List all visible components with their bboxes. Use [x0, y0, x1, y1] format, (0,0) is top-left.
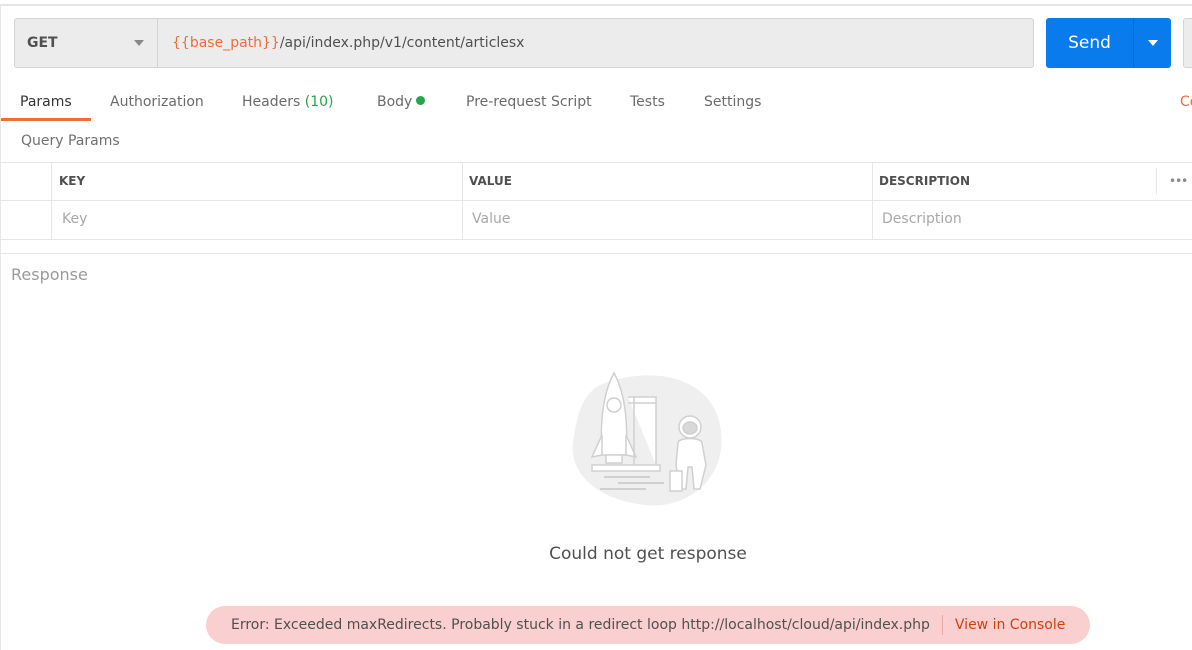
description-input[interactable]: Description [882, 211, 962, 227]
url-input[interactable]: {{base_path}}/api/index.php/v1/content/a… [157, 18, 1034, 68]
tab-body[interactable]: Body [377, 84, 426, 122]
request-tabs: Params Authorization Headers (10) Body P… [0, 84, 1192, 122]
key-input[interactable]: Key [62, 211, 87, 227]
view-in-console-link[interactable]: View in Console [955, 617, 1065, 633]
method-select[interactable]: GET [14, 18, 158, 68]
value-input[interactable]: Value [472, 211, 510, 227]
tab-settings[interactable]: Settings [704, 84, 761, 122]
tab-label: Tests [630, 94, 665, 110]
tab-pre-request-script[interactable]: Pre-request Script [466, 84, 592, 122]
tab-label: Params [20, 94, 72, 110]
tab-label: Body [377, 94, 413, 110]
active-tab-indicator [1, 118, 91, 121]
empty-state-message: Could not get response [0, 544, 1192, 564]
table-border [0, 200, 1192, 201]
column-header-description: DESCRIPTION [879, 174, 971, 188]
tab-headers[interactable]: Headers (10) [242, 84, 333, 122]
error-separator [941, 615, 943, 635]
query-params-title: Query Params [21, 133, 120, 149]
tab-tests[interactable]: Tests [630, 84, 665, 122]
table-border [0, 162, 1192, 163]
error-message: Error: Exceeded maxRedirects. Probably s… [231, 617, 930, 633]
response-title: Response [11, 265, 88, 284]
send-button[interactable]: Send [1046, 18, 1133, 68]
tab-label: Authorization [110, 94, 204, 110]
status-dot-icon [416, 96, 426, 105]
method-label: GET [27, 35, 58, 51]
column-divider [1156, 168, 1157, 194]
more-options-icon[interactable]: ••• [1169, 174, 1188, 188]
save-button[interactable] [1183, 18, 1192, 68]
tab-label: Pre-request Script [466, 94, 592, 110]
tab-label: Headers [242, 94, 301, 110]
table-border [0, 239, 1192, 240]
caret-down-icon [134, 40, 144, 46]
url-path: /api/index.php/v1/content/articlesx [279, 35, 525, 51]
headers-count: (10) [304, 94, 334, 110]
send-options-button[interactable] [1134, 18, 1171, 68]
column-divider [462, 162, 463, 239]
caret-down-icon [1147, 40, 1158, 46]
tab-authorization[interactable]: Authorization [110, 84, 204, 122]
rocket-astronaut-illustration [572, 371, 722, 506]
top-divider [0, 4, 1192, 6]
tab-params[interactable]: Params [20, 84, 72, 122]
column-divider [872, 162, 873, 239]
empty-state-text: Could not get response [549, 544, 747, 564]
section-divider [0, 253, 1192, 254]
url-variable: {{base_path}} [172, 35, 280, 51]
error-banner: Error: Exceeded maxRedirects. Probably s… [206, 606, 1090, 644]
tab-label: Settings [704, 94, 762, 110]
column-header-key: KEY [59, 174, 86, 188]
column-header-value: VALUE [469, 174, 512, 188]
send-button-group: Send [1046, 18, 1171, 68]
column-divider [51, 162, 52, 239]
cookies-link[interactable]: Cookies [1180, 84, 1192, 120]
